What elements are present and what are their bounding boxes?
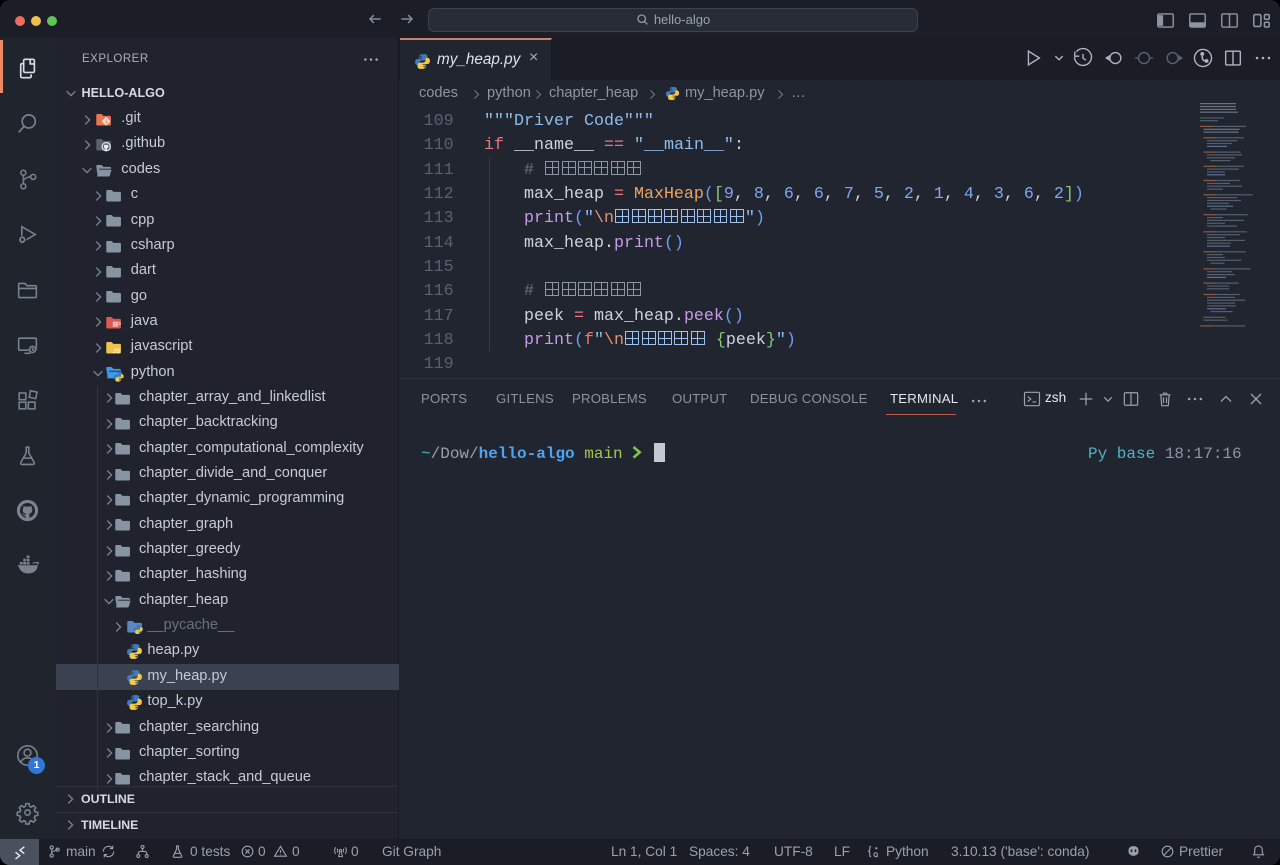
svg-text:JS: JS: [112, 348, 121, 355]
